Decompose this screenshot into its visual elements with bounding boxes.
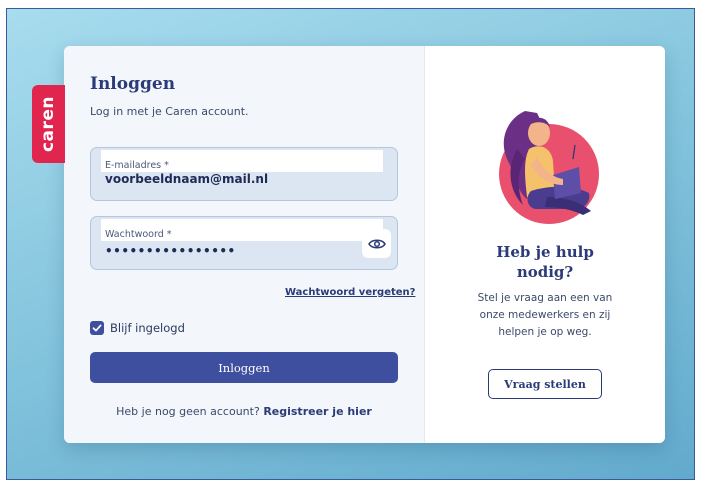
help-text-line3: helpen je op weg. — [498, 326, 592, 338]
login-title: Inloggen — [90, 74, 176, 94]
password-field[interactable]: Wachtwoord * •••••••••••••••• — [90, 216, 398, 270]
remember-label: Blijf ingelogd — [110, 321, 185, 335]
ask-question-button[interactable]: Vraag stellen — [488, 369, 602, 399]
login-button[interactable]: Inloggen — [90, 352, 398, 383]
register-line: Heb je nog geen account? Registreer je h… — [64, 405, 424, 418]
login-card: Inloggen Log in met je Caren account. E-… — [64, 46, 665, 443]
email-field[interactable]: E-mailadres * voorbeeldnaam@mail.nl — [90, 147, 398, 201]
help-text: Stel je vraag aan een van onze medewerke… — [467, 290, 623, 341]
help-text-line2: onze medewerkers en zij — [479, 309, 611, 321]
help-panel: Heb je hulp nodig? Stel je vraag aan een… — [424, 46, 665, 443]
remember-checkbox[interactable] — [90, 321, 104, 335]
help-title-line1: Heb je hulp — [496, 243, 594, 261]
help-title: Heb je hulp nodig? — [425, 242, 665, 282]
brand-name: caren — [38, 95, 59, 153]
help-title-line2: nodig? — [516, 263, 574, 281]
login-panel: Inloggen Log in met je Caren account. E-… — [64, 46, 424, 443]
password-label: Wachtwoord * — [105, 229, 172, 240]
register-prompt: Heb je nog geen account? — [116, 405, 260, 418]
remember-me[interactable]: Blijf ingelogd — [90, 321, 185, 335]
eye-icon[interactable] — [362, 229, 391, 258]
help-text-line1: Stel je vraag aan een van — [477, 292, 613, 304]
email-label: E-mailadres * — [105, 160, 169, 171]
app-window: Inloggen Log in met je Caren account. E-… — [6, 8, 695, 480]
register-link[interactable]: Registreer je hier — [263, 405, 372, 418]
login-subtitle: Log in met je Caren account. — [90, 105, 249, 118]
forgot-password-link[interactable]: Wachtwoord vergeten? — [285, 287, 415, 298]
email-value[interactable]: voorbeeldnaam@mail.nl — [105, 172, 268, 186]
help-illustration — [499, 111, 599, 224]
password-value[interactable]: •••••••••••••••• — [105, 244, 236, 258]
caren-logo-tab: caren — [32, 85, 65, 163]
checkmark-icon — [92, 324, 102, 332]
